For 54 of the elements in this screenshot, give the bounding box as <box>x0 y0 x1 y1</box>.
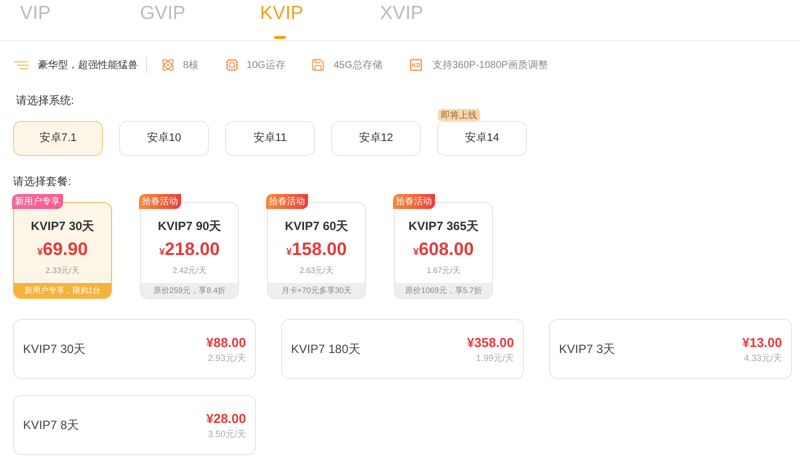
system-option[interactable]: 安卓11 <box>225 120 315 156</box>
plan-card[interactable]: KVIP7 3天 ¥13.00 4.33元/天 <box>549 319 792 379</box>
plan-price: ¥358.00 <box>467 334 514 352</box>
promo-badge: 拾春活动 <box>393 194 435 209</box>
package-name: KVIP7 30天 <box>30 218 94 235</box>
per-day-price: 3.50元/天 <box>208 428 246 441</box>
package-note: 原价1069元，享5.7折 <box>395 283 492 298</box>
package-note: 新用户专享，限购1台 <box>14 283 111 298</box>
package-note: 月卡+70元多享30天 <box>268 283 365 298</box>
upcoming-badge: 即将上线 <box>438 108 480 120</box>
plan-name: KVIP7 3天 <box>559 341 616 358</box>
package-price: ¥218.00 <box>159 238 220 261</box>
package-price: ¥158.00 <box>286 238 347 261</box>
plan-price: ¥88.00 <box>206 334 246 352</box>
per-day-price: 2.42元/天 <box>172 265 206 277</box>
plan-card[interactable]: KVIP7 30天 ¥88.00 2.93元/天 <box>13 319 256 379</box>
promo-badge: 拾春活动 <box>139 194 181 209</box>
package-name: KVIP7 60天 <box>284 218 348 235</box>
system-option[interactable]: 安卓7.1 <box>13 120 103 156</box>
plan-name: KVIP7 8天 <box>23 417 80 434</box>
chip-icon <box>224 58 239 72</box>
package-note: 原价259元，享8.4折 <box>141 283 238 298</box>
feature-label: 45G总存储 <box>333 58 382 72</box>
promo-badge: 新用户专享 <box>12 194 63 209</box>
system-option[interactable]: 安卓10 <box>119 120 209 156</box>
plan-price: ¥28.00 <box>206 410 246 428</box>
promo-badge: 拾春活动 <box>266 194 308 209</box>
per-day-price: 2.93元/天 <box>208 352 246 365</box>
package-price: ¥608.00 <box>413 238 474 261</box>
tagline: 豪华型，超强性能猛兽 <box>38 58 138 72</box>
plan-card[interactable]: KVIP7 8天 ¥28.00 3.50元/天 <box>13 395 256 455</box>
package-price: ¥69.90 <box>37 238 88 261</box>
package-name: KVIP7 90天 <box>158 218 222 235</box>
per-day-price: 1.67元/天 <box>426 265 460 277</box>
hd-icon <box>408 57 424 73</box>
plan-card[interactable]: KVIP7 180天 ¥358.00 1.99元/天 <box>281 319 524 379</box>
system-option[interactable]: 安卓14 <box>437 120 527 156</box>
feature-label: 支持360P-1080P画质调整 <box>432 58 548 72</box>
package-name: KVIP7 365天 <box>408 218 479 235</box>
active-tab-indicator <box>274 36 286 39</box>
lines-icon <box>14 60 30 70</box>
system-option[interactable]: 安卓12 <box>331 120 421 156</box>
section-label: 请选择系统: <box>15 94 74 109</box>
per-day-price: 1.99元/天 <box>476 352 514 365</box>
plan-name: KVIP7 30天 <box>23 341 86 358</box>
plan-price: ¥13.00 <box>742 334 782 352</box>
plan-name: KVIP7 180天 <box>291 341 360 358</box>
section-label: 请选择套餐: <box>12 174 72 190</box>
per-day-price: 2.33元/天 <box>46 265 80 277</box>
feature-label: 8核 <box>183 58 199 72</box>
atom-icon <box>161 58 175 72</box>
feature-label: 10G运存 <box>246 58 286 72</box>
per-day-price: 2.63元/天 <box>300 265 334 277</box>
per-day-price: 4.33元/天 <box>744 352 782 365</box>
